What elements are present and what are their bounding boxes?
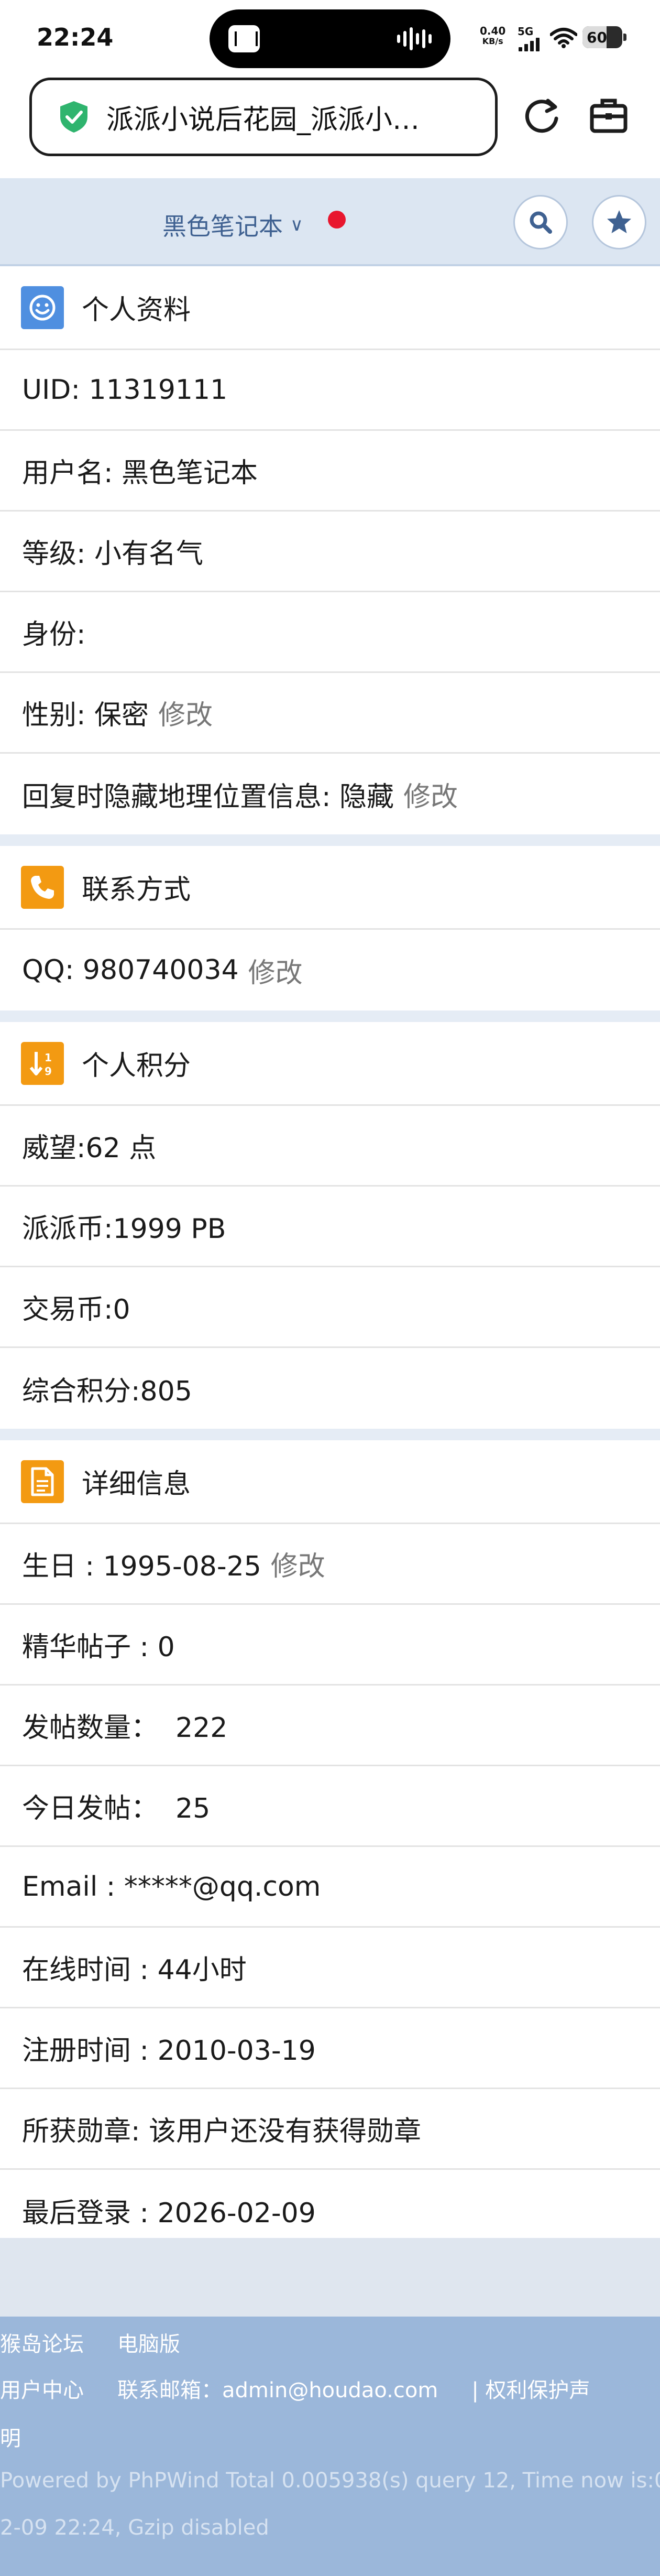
chevron-down-icon: ∨ bbox=[290, 214, 303, 235]
footer-links: 猴岛论坛 电脑版 bbox=[0, 2327, 214, 2357]
audio-wave-icon bbox=[397, 27, 432, 50]
profile-location-row: 回复时隐藏地理位置信息: 隐藏 修改 bbox=[0, 754, 660, 834]
network-type: 5G bbox=[518, 25, 534, 38]
dynamic-island[interactable] bbox=[210, 9, 450, 68]
footer-contact: 用户中心 联系邮箱：admin@houdao.com | 权利保护声 bbox=[0, 2373, 590, 2404]
shield-check-icon bbox=[60, 101, 87, 133]
site-footer: 猴岛论坛 电脑版 用户中心 联系邮箱：admin@houdao.com | 权利保护声… bbox=[0, 2317, 660, 2576]
toolbox-icon[interactable] bbox=[588, 94, 630, 136]
contact-qq: QQ: 980740034 bbox=[22, 954, 239, 986]
profile-level: 等级: 小有名气 bbox=[0, 512, 660, 592]
signal-icon bbox=[519, 38, 540, 51]
edit-birthday-link[interactable]: 修改 bbox=[271, 1544, 325, 1583]
sort-numeric-icon: 1 9 bbox=[21, 1041, 64, 1085]
search-button[interactable] bbox=[513, 195, 568, 249]
favorite-button[interactable] bbox=[592, 195, 646, 249]
profile-uid: UID: 11319111 bbox=[0, 350, 660, 431]
status-time: 22:24 bbox=[37, 23, 114, 51]
section-details-header: 详细信息 bbox=[0, 1440, 660, 1524]
footer-user-center-link[interactable]: 用户中心 bbox=[0, 2378, 84, 2403]
details-email: Email : *****@qq.com bbox=[0, 1847, 660, 1928]
wifi-icon bbox=[550, 28, 577, 48]
points-prestige: 威望:62 点 bbox=[0, 1106, 660, 1187]
details-post-count: 发帖数量： 222 bbox=[0, 1686, 660, 1766]
section-points-header: 1 9 个人积分 bbox=[0, 1022, 660, 1106]
footer-forum-link[interactable]: 猴岛论坛 bbox=[0, 2332, 84, 2356]
section-profile-header: 个人资料 bbox=[0, 266, 660, 350]
profile-gender-row: 性别: 保密 修改 bbox=[0, 673, 660, 754]
svg-text:9: 9 bbox=[45, 1065, 52, 1078]
user-menu-dropdown[interactable]: 黑色笔记本 ∨ bbox=[162, 208, 303, 242]
browser-toolbar: 派派小说后花园_派派小… bbox=[0, 73, 660, 178]
profile-content: 个人资料 UID: 11319111 用户名: 黑色笔记本 等级: 小有名气 身… bbox=[0, 266, 660, 2251]
document-icon bbox=[21, 1460, 64, 1503]
details-medals: 所获勋章: 该用户还没有获得勋章 bbox=[0, 2089, 660, 2170]
section-title: 个人资料 bbox=[82, 295, 191, 326]
footer-pc-version-link[interactable]: 电脑版 bbox=[117, 2332, 180, 2356]
notification-dot-icon bbox=[328, 211, 346, 229]
section-divider bbox=[0, 834, 660, 846]
section-divider bbox=[0, 1429, 660, 1440]
status-bar: 22:24 0.40 KB/s 5G 60 bbox=[0, 0, 660, 73]
section-title: 详细信息 bbox=[82, 1469, 191, 1500]
edit-gender-link[interactable]: 修改 bbox=[158, 693, 213, 732]
profile-identity: 身份: bbox=[0, 592, 660, 673]
points-total: 综合积分:805 bbox=[22, 1375, 192, 1407]
reload-icon[interactable] bbox=[522, 94, 564, 136]
footer-powered-by: Powered by PhPWind Total 0.005938(s) que… bbox=[0, 2469, 660, 2493]
details-birthday-row: 生日 : 1995-08-25 修改 bbox=[0, 1524, 660, 1605]
header-username: 黑色笔记本 bbox=[162, 212, 283, 241]
section-divider bbox=[0, 1010, 660, 1022]
svg-text:1: 1 bbox=[45, 1051, 52, 1064]
section-title: 联系方式 bbox=[82, 874, 191, 906]
site-header: 黑色笔记本 ∨ bbox=[0, 178, 660, 266]
points-paipai-coin: 派派币:1999 PB bbox=[0, 1187, 660, 1267]
footer-powered-by-cont: 2-09 22:24, Gzip disabled bbox=[0, 2516, 269, 2540]
star-icon bbox=[607, 210, 631, 233]
details-digest-posts: 精华帖子 : 0 bbox=[0, 1605, 660, 1686]
points-trade-coin: 交易币:0 bbox=[0, 1267, 660, 1348]
address-bar-title: 派派小说后花园_派派小… bbox=[106, 104, 420, 136]
section-title: 个人积分 bbox=[82, 1050, 191, 1082]
profile-username: 用户名: 黑色笔记本 bbox=[0, 431, 660, 512]
network-speed: 0.40 KB/s bbox=[480, 25, 505, 46]
footer-spacer bbox=[0, 2238, 660, 2317]
profile-location-privacy: 回复时隐藏地理位置信息: 隐藏 bbox=[22, 781, 394, 813]
music-app-icon bbox=[228, 25, 260, 52]
details-birthday: 生日 : 1995-08-25 bbox=[22, 1551, 261, 1582]
address-bar[interactable]: 派派小说后花园_派派小… bbox=[29, 78, 498, 156]
smiley-icon bbox=[21, 286, 64, 329]
footer-contact-email[interactable]: 联系邮箱：admin@houdao.com bbox=[117, 2378, 438, 2403]
contact-qq-row: QQ: 980740034 修改 bbox=[0, 930, 660, 1010]
phone-icon bbox=[21, 865, 64, 909]
footer-rights-link-wrap[interactable]: 明 bbox=[0, 2421, 21, 2452]
section-contact-header: 联系方式 bbox=[0, 846, 660, 930]
edit-location-privacy-link[interactable]: 修改 bbox=[403, 775, 458, 814]
battery-indicator: 60 bbox=[582, 26, 626, 48]
battery-level: 60 bbox=[587, 28, 607, 46]
details-today-posts: 今日发帖： 25 bbox=[0, 1766, 660, 1847]
search-icon bbox=[530, 211, 552, 234]
profile-gender: 性别: 保密 bbox=[22, 700, 149, 731]
footer-rights-link[interactable]: | 权利保护声 bbox=[471, 2378, 590, 2403]
details-online-time: 在线时间 : 44小时 bbox=[0, 1928, 660, 2008]
network-speed-unit: KB/s bbox=[482, 36, 503, 46]
edit-qq-link[interactable]: 修改 bbox=[248, 951, 303, 990]
details-register-time: 注册时间 : 2010-03-19 bbox=[0, 2008, 660, 2089]
network-speed-value: 0.40 bbox=[480, 25, 506, 37]
